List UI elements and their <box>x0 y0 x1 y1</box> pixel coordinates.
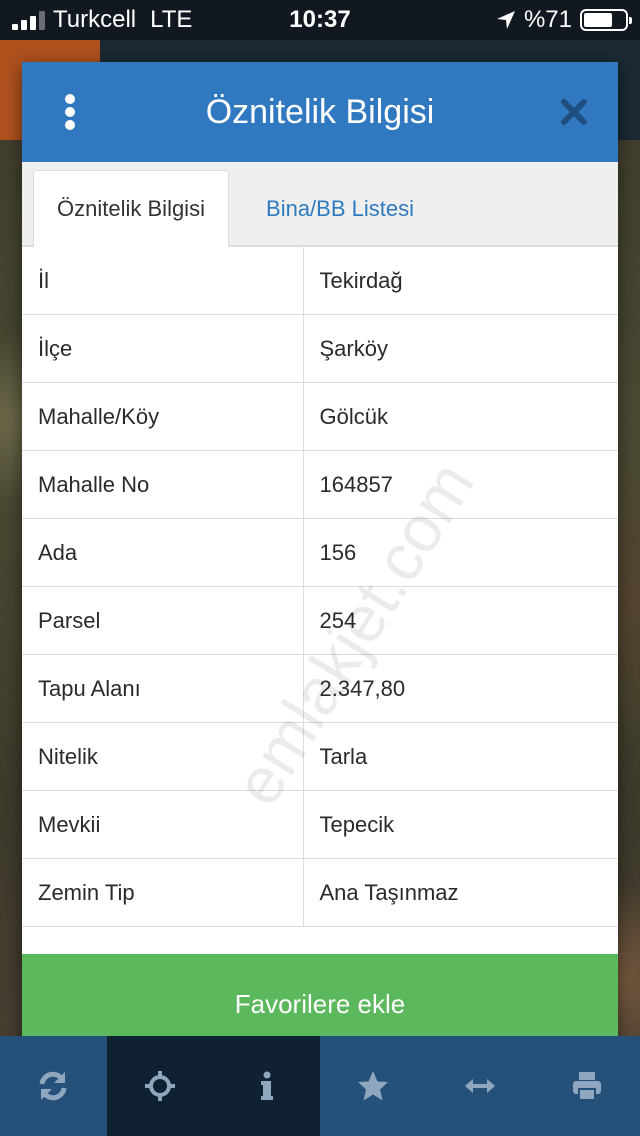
attribute-key: Nitelik <box>22 722 304 791</box>
carrier-name: Turkcell <box>53 6 137 33</box>
network-type: LTE <box>150 6 193 33</box>
battery-fill <box>584 13 613 27</box>
location-arrow-icon <box>496 11 515 29</box>
table-row: Mahalle No 164857 <box>22 450 618 519</box>
table-row: İlçe Şarköy <box>22 314 618 383</box>
modal-header: Öznitelik Bilgisi <box>22 62 618 162</box>
refresh-icon <box>39 1071 67 1101</box>
attribute-table: İl Tekirdağ İlçe Şarköy Mahalle/Köy Gölcük Mah… <box>22 246 618 927</box>
attribute-info-modal: Öznitelik Bilgisi Öznitelik Bilgisi Bina… <box>22 62 618 1054</box>
attribute-value: 2.347,80 <box>302 654 618 723</box>
measure-button[interactable] <box>427 1036 534 1136</box>
measure-arrows-icon <box>464 1079 495 1093</box>
battery-icon <box>580 9 632 31</box>
crosshair-icon <box>144 1071 175 1101</box>
attribute-value: 164857 <box>302 450 618 519</box>
star-icon <box>358 1071 389 1101</box>
print-button[interactable] <box>533 1036 640 1136</box>
signal-icon <box>12 10 45 30</box>
favorites-button[interactable] <box>320 1036 427 1136</box>
battery-percent: %71 <box>523 6 572 33</box>
attribute-value: Gölcük <box>302 382 618 451</box>
attribute-value: 254 <box>302 586 618 655</box>
attribute-value: Tarla <box>302 722 618 791</box>
table-row: Ada 156 <box>22 518 618 587</box>
attribute-key: Mahalle No <box>22 450 304 519</box>
tab-bar: Öznitelik Bilgisi Bina/BB Listesi <box>22 162 618 247</box>
close-icon[interactable] <box>558 96 590 128</box>
attribute-value: 156 <box>302 518 618 587</box>
attribute-key: İl <box>22 246 304 315</box>
attribute-key: Parsel <box>22 586 304 655</box>
attribute-key: Ada <box>22 518 304 587</box>
refresh-button[interactable] <box>0 1036 107 1136</box>
table-row: Parsel 254 <box>22 586 618 655</box>
attribute-key: Tapu Alanı <box>22 654 304 723</box>
locate-button[interactable] <box>106 1036 214 1136</box>
table-row: Zemin Tip Ana Taşınmaz <box>22 858 618 927</box>
table-row: Mahalle/Köy Gölcük <box>22 382 618 451</box>
print-icon <box>572 1072 601 1101</box>
attribute-key: İlçe <box>22 314 304 383</box>
table-row: Nitelik Tarla <box>22 722 618 791</box>
table-row: Tapu Alanı 2.347,80 <box>22 654 618 723</box>
attribute-table-scroll[interactable]: İl Tekirdağ İlçe Şarköy Mahalle/Köy Gölcük Mah… <box>22 246 618 954</box>
attribute-key: Mevkii <box>22 790 304 859</box>
attribute-key: Zemin Tip <box>22 858 304 927</box>
vertical-dots-icon[interactable] <box>60 94 80 130</box>
status-bar: Turkcell LTE 10:37 %71 <box>0 0 640 40</box>
bottom-toolbar <box>0 1036 640 1136</box>
table-row: Mevkii Tepecik <box>22 790 618 859</box>
attribute-value: Ana Taşınmaz <box>302 858 618 927</box>
attribute-key: Mahalle/Köy <box>22 382 304 451</box>
tab-building-list[interactable]: Bina/BB Listesi <box>240 170 440 247</box>
info-button[interactable] <box>213 1036 320 1136</box>
info-icon <box>260 1071 273 1100</box>
modal-title: Öznitelik Bilgisi <box>205 92 435 131</box>
tab-attribute-info[interactable]: Öznitelik Bilgisi <box>33 170 229 247</box>
attribute-value: Tekirdağ <box>302 246 618 315</box>
table-row: İl Tekirdağ <box>22 246 618 315</box>
attribute-value: Şarköy <box>302 314 618 383</box>
attribute-value: Tepecik <box>302 790 618 859</box>
